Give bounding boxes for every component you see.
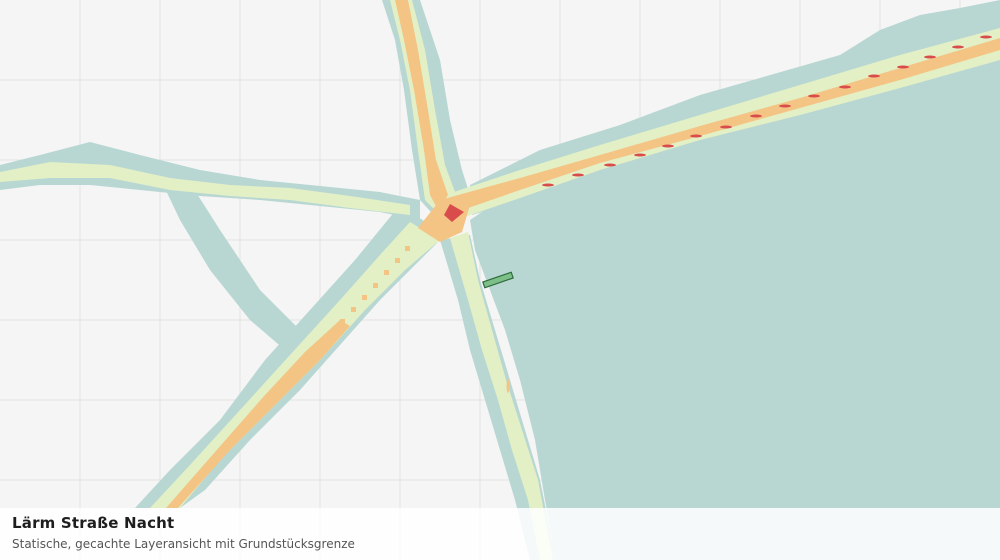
noise-map[interactable]	[0, 0, 1000, 560]
noise-high-spot-south-road	[506, 379, 510, 393]
layer-info-panel: Lärm Straße Nacht Statische, gecachte La…	[0, 508, 1000, 560]
layer-subtitle: Statische, gecachte Layeransicht mit Gru…	[12, 537, 355, 551]
layer-title: Lärm Straße Nacht	[12, 514, 175, 532]
